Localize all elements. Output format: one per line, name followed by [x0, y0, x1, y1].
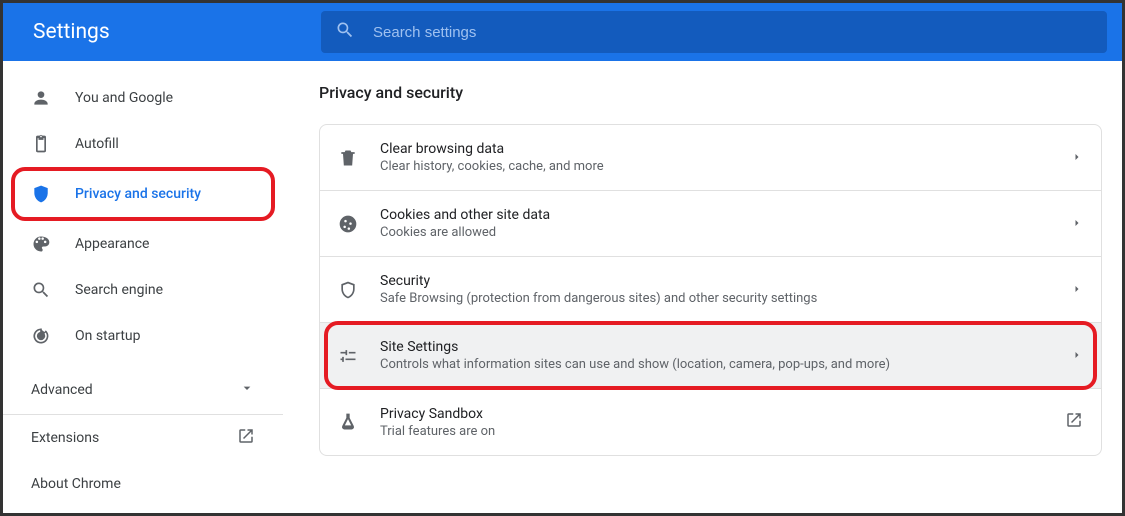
sidebar-item-label: Appearance — [75, 236, 149, 252]
magnifier-icon — [31, 280, 51, 300]
row-text: Cookies and other site data Cookies are … — [380, 207, 1071, 240]
search-box[interactable] — [321, 11, 1107, 53]
row-privacy-sandbox[interactable]: Privacy Sandbox Trial features are on — [320, 389, 1101, 455]
row-site-settings[interactable]: Site Settings Controls what information … — [320, 323, 1101, 389]
chevron-right-icon — [1071, 148, 1083, 167]
row-security[interactable]: Security Safe Browsing (protection from … — [320, 257, 1101, 323]
open-in-new-icon — [1065, 411, 1083, 433]
advanced-label: Advanced — [31, 382, 93, 398]
row-title: Privacy Sandbox — [380, 406, 1065, 422]
highlight-box-sidebar: Privacy and security — [11, 167, 275, 221]
sidebar-item-label: Privacy and security — [75, 186, 201, 202]
row-title: Security — [380, 273, 1071, 289]
sidebar-item-label: Search engine — [75, 282, 163, 298]
sidebar-item-extensions[interactable]: Extensions — [3, 415, 283, 461]
sidebar: You and Google Autofill Privacy and secu… — [3, 61, 283, 513]
palette-icon — [31, 234, 51, 254]
search-icon — [335, 20, 373, 44]
sidebar-item-you-and-google[interactable]: You and Google — [3, 75, 283, 121]
row-sub: Clear history, cookies, cache, and more — [380, 159, 1071, 174]
row-sub: Safe Browsing (protection from dangerous… — [380, 291, 1071, 306]
search-input[interactable] — [373, 24, 1093, 41]
sidebar-item-privacy-and-security[interactable]: Privacy and security — [15, 171, 271, 217]
content-area: Privacy and security Clear browsing data… — [283, 61, 1122, 513]
cookie-icon — [338, 214, 358, 234]
sliders-icon — [338, 346, 358, 366]
chevron-right-icon — [1071, 280, 1083, 299]
person-icon — [31, 88, 51, 108]
row-text: Clear browsing data Clear history, cooki… — [380, 141, 1071, 174]
shield-icon — [31, 184, 51, 204]
sidebar-item-label: You and Google — [75, 90, 173, 106]
flask-icon — [338, 412, 358, 432]
header-bar: Settings — [3, 3, 1122, 61]
row-text: Privacy Sandbox Trial features are on — [380, 406, 1065, 439]
sidebar-item-advanced[interactable]: Advanced — [3, 365, 283, 415]
trash-icon — [338, 148, 358, 168]
power-icon — [31, 326, 51, 346]
row-title: Cookies and other site data — [380, 207, 1071, 223]
sidebar-item-autofill[interactable]: Autofill — [3, 121, 283, 167]
sidebar-item-search-engine[interactable]: Search engine — [3, 267, 283, 313]
about-label: About Chrome — [31, 476, 121, 492]
settings-card: Clear browsing data Clear history, cooki… — [319, 124, 1102, 456]
row-sub: Trial features are on — [380, 424, 1065, 439]
row-text: Site Settings Controls what information … — [380, 339, 1071, 372]
row-text: Security Safe Browsing (protection from … — [380, 273, 1071, 306]
clipboard-icon — [31, 134, 51, 154]
section-title: Privacy and security — [319, 83, 1102, 102]
sidebar-item-about-chrome[interactable]: About Chrome — [3, 461, 283, 507]
row-sub: Cookies are allowed — [380, 225, 1071, 240]
sidebar-item-label: On startup — [75, 328, 141, 344]
row-title: Clear browsing data — [380, 141, 1071, 157]
row-sub: Controls what information sites can use … — [380, 357, 1071, 372]
shield-outline-icon — [338, 280, 358, 300]
chevron-right-icon — [1071, 346, 1083, 365]
row-title: Site Settings — [380, 339, 1071, 355]
row-cookies[interactable]: Cookies and other site data Cookies are … — [320, 191, 1101, 257]
chevron-right-icon — [1071, 214, 1083, 233]
main-area: You and Google Autofill Privacy and secu… — [3, 61, 1122, 513]
row-clear-browsing-data[interactable]: Clear browsing data Clear history, cooki… — [320, 125, 1101, 191]
page-title: Settings — [33, 20, 321, 44]
chevron-down-icon — [239, 380, 255, 400]
sidebar-item-on-startup[interactable]: On startup — [3, 313, 283, 359]
sidebar-item-label: Autofill — [75, 136, 119, 152]
extensions-label: Extensions — [31, 430, 99, 446]
open-in-new-icon — [237, 427, 255, 449]
sidebar-item-appearance[interactable]: Appearance — [3, 221, 283, 267]
